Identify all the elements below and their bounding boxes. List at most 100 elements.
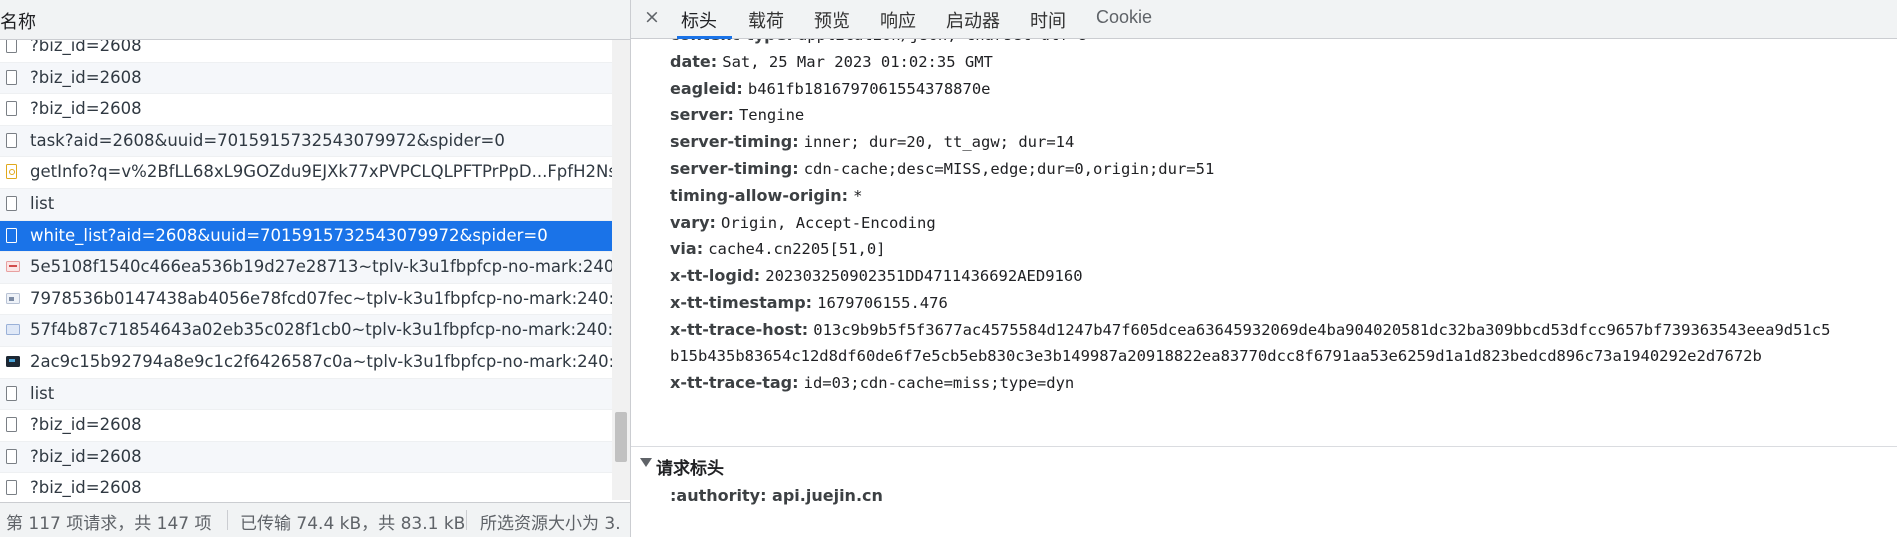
header-key: timing-allow-origin: [670, 185, 849, 205]
request-row[interactable]: 5e5108f1540c466ea536b19d27e28713~tplv-k3… [0, 252, 612, 284]
request-list-header[interactable]: 名称 [0, 0, 630, 40]
request-list-scrollbar[interactable] [612, 40, 630, 500]
request-name: 2ac9c15b92794a8e9c1c2f6426587c0a~tplv-k3… [30, 352, 612, 371]
request-list: ?biz_id=2608 ?biz_id=2608 ?biz_id=2608 task… [0, 40, 612, 500]
header-key: server-timing: [670, 132, 799, 152]
response-header-row: vary: Origin, Accept-Encoding [670, 213, 936, 232]
request-row[interactable]: 2ac9c15b92794a8e9c1c2f6426587c0a~tplv-k3… [0, 347, 612, 379]
request-count: 第 117 项请求，共 147 项 [6, 514, 212, 534]
document-icon [6, 132, 17, 148]
header-key: server: [670, 105, 734, 125]
response-header-row: eagleid: b461fb1816797061554378870e [670, 79, 991, 98]
request-row[interactable]: ?biz_id=2608 [0, 410, 612, 442]
detail-tabbar: × 标头 载荷 预览 响应 启动器 时间 Cookie [631, 0, 1897, 39]
request-name: 7978536b0147438ab4056e78fcd07fec~tplv-k3… [30, 288, 612, 308]
response-header-row: server-timing: inner; dur=20, tt_agw; du… [670, 132, 1074, 151]
request-headers-section-title[interactable]: 请求标头 [656, 454, 724, 479]
header-value: Sat, 25 Mar 2023 01:02:35 GMT [722, 52, 993, 71]
close-icon[interactable]: × [644, 6, 660, 28]
request-row[interactable]: ?biz_id=2608 [0, 40, 612, 63]
request-name: list [30, 194, 55, 213]
tab-payload[interactable]: 载荷 [748, 7, 784, 33]
request-row[interactable]: list [0, 189, 612, 221]
response-header-row: x-tt-trace-tag: id=03;cdn-cache=miss;typ… [670, 373, 1074, 392]
xhr-icon [6, 164, 17, 180]
header-value: inner; dur=20, tt_agw; dur=14 [803, 133, 1075, 152]
document-icon [6, 480, 17, 496]
request-row[interactable]: ?biz_id=2608 [0, 62, 612, 95]
header-value: Origin, Accept-Encoding [721, 213, 936, 232]
header-value: b461fb1816797061554378870e [747, 79, 991, 98]
status-divider [227, 510, 228, 530]
request-detail-pane: × 标头 载荷 预览 响应 启动器 时间 Cookie content-type… [631, 0, 1897, 537]
image-icon-dark [6, 356, 20, 367]
request-header-row: :authority: api.juejin.cn [670, 486, 883, 505]
document-icon [6, 417, 17, 433]
document-icon [6, 227, 17, 243]
tab-preview[interactable]: 预览 [814, 7, 850, 33]
header-key: x-tt-trace-tag: [670, 373, 799, 393]
request-row[interactable]: 57f4b87c71854643a02eb35c028f1cb0~tplv-k3… [0, 315, 612, 347]
header-key: date: [670, 51, 718, 71]
name-column-header[interactable]: 名称 [0, 8, 36, 34]
header-value: * [853, 186, 863, 205]
header-value: 202303250902351DD4711436692AED9160 [765, 267, 1083, 286]
document-icon [6, 69, 17, 85]
status-divider [466, 510, 467, 530]
tab-initiator[interactable]: 启动器 [946, 7, 1000, 33]
header-key: content-type: [670, 39, 793, 44]
response-header-row: x-tt-timestamp: 1679706155.476 [670, 293, 948, 312]
header-key: x-tt-timestamp: [670, 293, 813, 312]
header-value: 1679706155.476 [817, 294, 948, 312]
request-name: ?biz_id=2608 [30, 478, 142, 498]
request-row[interactable]: 7978536b0147438ab4056e78fcd07fec~tplv-k3… [0, 284, 612, 316]
header-key: eagleid: [670, 78, 743, 98]
transferred-size: 已传输 74.4 kB，共 83.1 kB [240, 514, 466, 534]
tab-headers[interactable]: 标头 [681, 7, 717, 33]
header-key: x-tt-trace-host: [670, 319, 809, 339]
request-row[interactable]: list [0, 378, 612, 411]
response-header-row: server-timing: cdn-cache;desc=MISS,edge;… [670, 159, 1214, 178]
tab-cookies[interactable]: Cookie [1096, 7, 1152, 28]
image-icon-blue [6, 324, 20, 336]
request-name: ?biz_id=2608 [30, 99, 142, 119]
request-name: ?biz_id=2608 [30, 67, 142, 87]
header-value: cache4.cn2205[51,0] [708, 240, 886, 259]
header-value: Tengine [738, 106, 805, 125]
network-status-bar: 第 117 项请求，共 147 项 已传输 74.4 kB，共 83.1 kB … [0, 502, 630, 537]
request-name: ?biz_id=2608 [30, 40, 142, 55]
document-icon [6, 448, 17, 464]
response-header-row: x-tt-trace-host: 013c9b9b5f5f3677ac45755… [670, 320, 1830, 339]
document-icon [6, 101, 17, 117]
document-icon [6, 385, 17, 401]
header-key: vary: [670, 212, 716, 232]
request-row[interactable]: task?aid=2608&uuid=7015915732543079972&s… [0, 125, 612, 158]
document-icon [6, 196, 17, 211]
tab-response[interactable]: 响应 [880, 7, 916, 33]
request-name: task?aid=2608&uuid=7015915732543079972&s… [30, 130, 505, 150]
request-name: white_list?aid=2608&uuid=701591573254307… [30, 225, 548, 245]
request-row-selected[interactable]: white_list?aid=2608&uuid=701591573254307… [0, 220, 612, 253]
header-key: via: [670, 239, 704, 259]
request-row[interactable]: ?biz_id=2608 [0, 441, 612, 474]
request-row[interactable]: ?biz_id=2608 [0, 94, 612, 126]
selected-resource-size: 所选资源大小为 3. [480, 514, 621, 534]
request-name: ?biz_id=2608 [30, 446, 142, 466]
response-header-row: content-type: application/json; charset=… [670, 39, 1087, 44]
image-icon-pic [6, 292, 20, 304]
response-header-row: date: Sat, 25 Mar 2023 01:02:35 GMT [670, 52, 993, 71]
request-name: ?biz_id=2608 [30, 415, 142, 435]
image-icon-red [6, 261, 20, 273]
response-headers-panel: content-type: application/json; charset=… [631, 39, 1897, 537]
header-key: server-timing: [670, 159, 799, 178]
section-divider [631, 446, 1897, 447]
header-value: 013c9b9b5f5f3677ac4575584d1247b47f605dce… [813, 320, 1831, 339]
response-header-row: timing-allow-origin: * [670, 186, 862, 205]
scrollbar-thumb[interactable] [615, 412, 627, 462]
request-row[interactable]: ?biz_id=2608 [0, 473, 612, 500]
header-value: application/json; charset=utf-8 [798, 39, 1087, 44]
request-row[interactable]: getInfo?q=v%2BfLL68xL9GOZdu9EJXk77xPVPCL… [0, 157, 612, 189]
expand-triangle-icon[interactable] [640, 458, 652, 467]
request-list-pane: 名称 ?biz_id=2608 ?biz_id=2608 ?biz_id=2608 t… [0, 0, 631, 537]
tab-timing[interactable]: 时间 [1030, 7, 1066, 33]
